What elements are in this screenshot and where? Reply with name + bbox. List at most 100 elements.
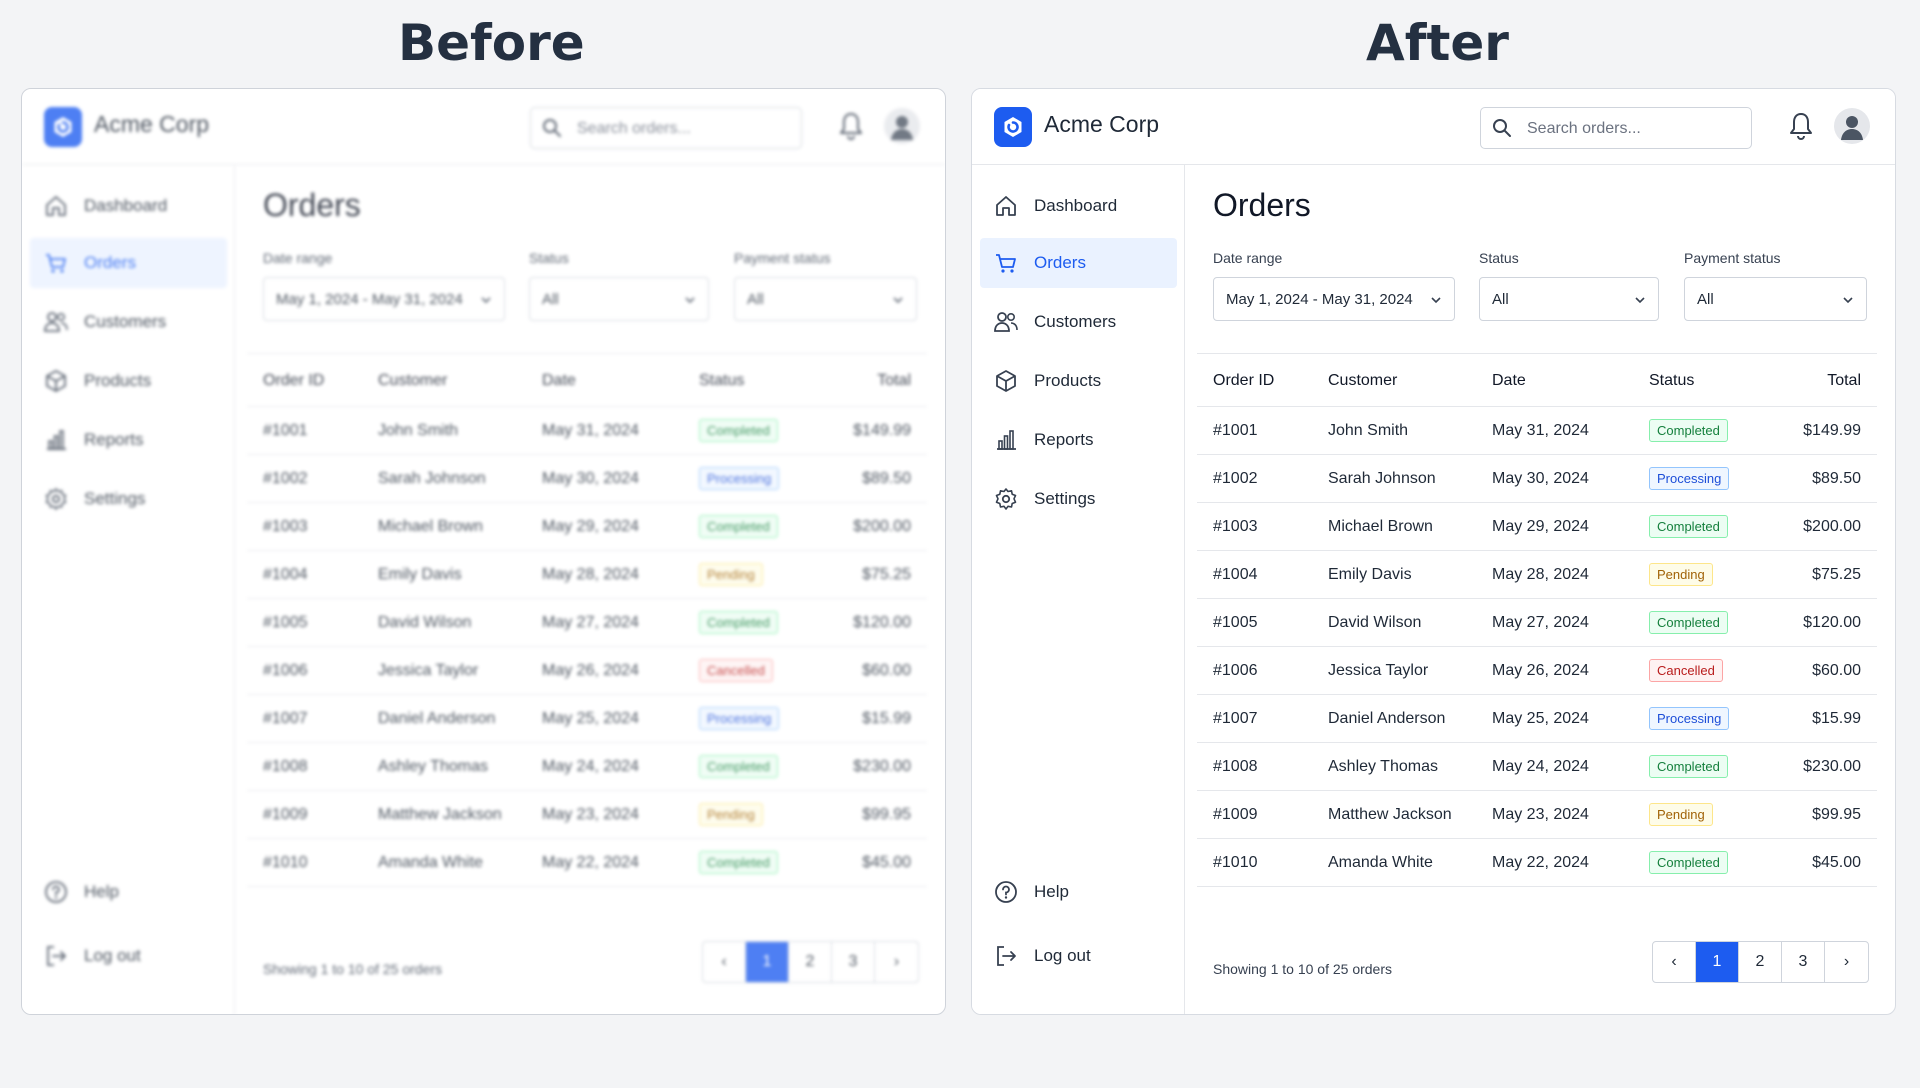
sidebar-item-reports[interactable]: Reports xyxy=(30,415,227,465)
sidebar-item-orders[interactable]: Orders xyxy=(980,238,1177,288)
sidebar-item-label: Reports xyxy=(1034,430,1094,449)
table-row[interactable]: #1004 Emily Davis May 28, 2024 $75.25 Pendin… xyxy=(1197,551,1877,599)
bell-icon[interactable] xyxy=(1788,111,1814,146)
search-input[interactable]: Search orders... xyxy=(1480,107,1752,149)
table-row[interactable]: #1007 Daniel Anderson May 25, 2024 $15.99 Pr… xyxy=(247,695,927,743)
status-badge: Completed xyxy=(699,419,778,442)
total-cell: $75.25 xyxy=(1812,566,1861,583)
column-header-customer[interactable]: Customer xyxy=(378,372,447,390)
customer-cell: David Wilson xyxy=(378,614,472,631)
date-cell: May 24, 2024 xyxy=(1492,758,1589,775)
table-row[interactable]: #1010 Amanda White May 22, 2024 $45.00 Compl… xyxy=(1197,839,1877,887)
sidebar-item-logout[interactable]: Log out xyxy=(30,931,227,981)
status-badge: Pending xyxy=(699,803,763,826)
table-row[interactable]: #1006 Jessica Taylor May 26, 2024 $60.00 Can… xyxy=(247,647,927,695)
date-cell: May 24, 2024 xyxy=(542,758,639,775)
home-icon xyxy=(992,192,1020,220)
date-range-select[interactable]: May 1, 2024 - May 31, 2024 xyxy=(1213,277,1455,321)
sidebar-item-products[interactable]: Products xyxy=(30,356,227,406)
bell-icon[interactable] xyxy=(838,111,864,146)
date-cell: May 27, 2024 xyxy=(1492,614,1589,631)
page-button-1[interactable]: 1 xyxy=(1696,942,1739,982)
sidebar-item-customers[interactable]: Customers xyxy=(30,297,227,347)
page-button-1[interactable]: 1 xyxy=(746,942,789,982)
table-row[interactable]: #1007 Daniel Anderson May 25, 2024 $15.99 Pr… xyxy=(1197,695,1877,743)
column-header-status[interactable]: Status xyxy=(699,372,744,390)
sidebar: Dashboard Orders Customers Products Repo… xyxy=(972,165,1185,1014)
date-range-value: May 1, 2024 - May 31, 2024 xyxy=(1226,291,1413,308)
column-header-order-id[interactable]: Order ID xyxy=(263,372,324,390)
page-button-2[interactable]: 2 xyxy=(789,942,832,982)
table-row[interactable]: #1001 John Smith May 31, 2024 $149.99 Comple… xyxy=(1197,407,1877,455)
sidebar-item-settings[interactable]: Settings xyxy=(980,474,1177,524)
sidebar-item-dashboard[interactable]: Dashboard xyxy=(30,181,227,231)
page-title: Orders xyxy=(263,187,361,223)
date-cell: May 25, 2024 xyxy=(542,710,639,727)
page-button-2[interactable]: 2 xyxy=(1739,942,1782,982)
status-badge: Pending xyxy=(1649,563,1713,586)
avatar[interactable] xyxy=(1834,108,1870,144)
sidebar-item-customers[interactable]: Customers xyxy=(980,297,1177,347)
payment-status-select[interactable]: All xyxy=(1684,277,1867,321)
table-row[interactable]: #1001 John Smith May 31, 2024 $149.99 Comple… xyxy=(247,407,927,455)
table-row[interactable]: #1002 Sarah Johnson May 30, 2024 $89.50 Proc… xyxy=(1197,455,1877,503)
customer-cell: Sarah Johnson xyxy=(1328,470,1436,487)
total-cell: $89.50 xyxy=(1812,470,1861,487)
sidebar-item-products[interactable]: Products xyxy=(980,356,1177,406)
sidebar-item-dashboard[interactable]: Dashboard xyxy=(980,181,1177,231)
table-row[interactable]: #1008 Ashley Thomas May 24, 2024 $230.00 Com… xyxy=(1197,743,1877,791)
gear-icon xyxy=(992,485,1020,513)
table-row[interactable]: #1006 Jessica Taylor May 26, 2024 $60.00 Can… xyxy=(1197,647,1877,695)
status-select[interactable]: All xyxy=(1479,277,1659,321)
date-range-select[interactable]: May 1, 2024 - May 31, 2024 xyxy=(263,277,505,321)
sidebar-item-settings[interactable]: Settings xyxy=(30,474,227,524)
table-row[interactable]: #1004 Emily Davis May 28, 2024 $75.25 Pendin… xyxy=(247,551,927,599)
prev-page-button[interactable]: ‹ xyxy=(703,942,746,982)
pagination: ‹ 1 2 3 › xyxy=(1652,941,1869,983)
column-header-total[interactable]: Total xyxy=(877,372,911,390)
total-cell: $99.95 xyxy=(1812,806,1861,823)
page-button-3[interactable]: 3 xyxy=(832,942,875,982)
cart-icon xyxy=(42,249,70,277)
next-page-button[interactable]: › xyxy=(875,942,918,982)
status-select[interactable]: All xyxy=(529,277,709,321)
avatar[interactable] xyxy=(884,108,920,144)
payment-status-select[interactable]: All xyxy=(734,277,917,321)
sidebar-item-label: Log out xyxy=(1034,946,1091,965)
date-cell: May 28, 2024 xyxy=(1492,566,1589,583)
sidebar-item-orders[interactable]: Orders xyxy=(30,238,227,288)
next-page-button[interactable]: › xyxy=(1825,942,1868,982)
sidebar-item-label: Reports xyxy=(84,430,144,449)
table-row[interactable]: #1008 Ashley Thomas May 24, 2024 $230.00 Com… xyxy=(247,743,927,791)
page-button-3[interactable]: 3 xyxy=(1782,942,1825,982)
table-body: #1001 John Smith May 31, 2024 $149.99 Comple… xyxy=(247,407,927,887)
sidebar-item-help[interactable]: Help xyxy=(980,867,1177,917)
column-header-order-id[interactable]: Order ID xyxy=(1213,372,1274,390)
prev-page-button[interactable]: ‹ xyxy=(1653,942,1696,982)
column-header-total[interactable]: Total xyxy=(1827,372,1861,390)
sidebar-item-label: Products xyxy=(84,371,152,390)
page-title: Orders xyxy=(1213,187,1311,223)
sidebar-item-help[interactable]: Help xyxy=(30,867,227,917)
results-count: Showing 1 to 10 of 25 orders xyxy=(1213,961,1393,977)
table-row[interactable]: #1002 Sarah Johnson May 30, 2024 $89.50 Proc… xyxy=(247,455,927,503)
search-input[interactable]: Search orders... xyxy=(530,107,802,149)
table-row[interactable]: #1003 Michael Brown May 29, 2024 $200.00 Com… xyxy=(1197,503,1877,551)
table-row[interactable]: #1005 David Wilson May 27, 2024 $120.00 Comp… xyxy=(1197,599,1877,647)
sidebar-item-label: Orders xyxy=(1034,253,1086,272)
column-header-date[interactable]: Date xyxy=(542,372,576,390)
table-row[interactable]: #1010 Amanda White May 22, 2024 $45.00 Compl… xyxy=(247,839,927,887)
status-badge: Processing xyxy=(1649,467,1730,490)
table-row[interactable]: #1003 Michael Brown May 29, 2024 $200.00 Com… xyxy=(247,503,927,551)
column-header-status[interactable]: Status xyxy=(1649,372,1694,390)
sidebar-item-logout[interactable]: Log out xyxy=(980,931,1177,981)
sidebar-item-reports[interactable]: Reports xyxy=(980,415,1177,465)
table-row[interactable]: #1009 Matthew Jackson May 23, 2024 $99.95 Pe… xyxy=(247,791,927,839)
table-row[interactable]: #1005 David Wilson May 27, 2024 $120.00 Comp… xyxy=(247,599,927,647)
payment-status-label: Payment status xyxy=(1684,250,1781,266)
status-badge: Completed xyxy=(1649,611,1728,634)
column-header-date[interactable]: Date xyxy=(1492,372,1526,390)
customer-cell: John Smith xyxy=(1328,422,1409,439)
column-header-customer[interactable]: Customer xyxy=(1328,372,1397,390)
table-row[interactable]: #1009 Matthew Jackson May 23, 2024 $99.95 Pe… xyxy=(1197,791,1877,839)
